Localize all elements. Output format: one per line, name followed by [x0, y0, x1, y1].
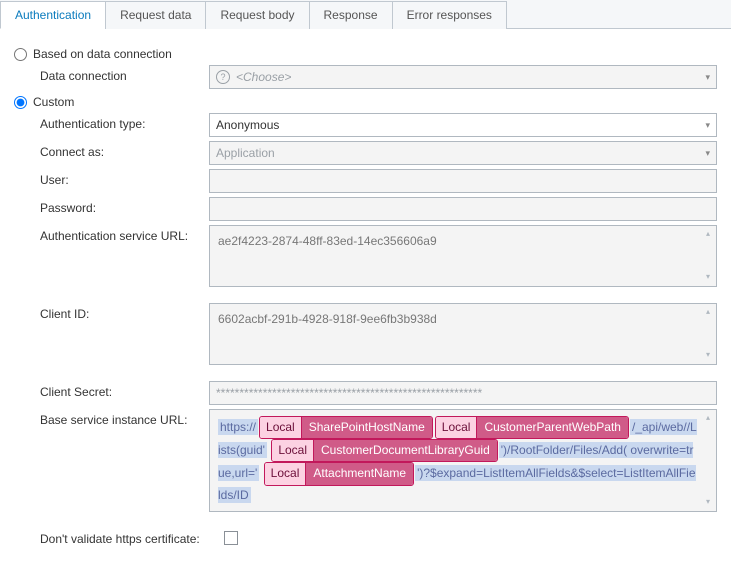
authentication-panel: Based on data connection Data connection… — [0, 29, 731, 570]
spinner-arrows-icon[interactable]: ▴▾ — [702, 306, 714, 362]
select-data-connection: ? <Choose> ▾ — [209, 65, 717, 89]
label-client-secret: Client Secret: — [14, 381, 209, 399]
radio-label-based-on-dc: Based on data connection — [33, 47, 172, 61]
tab-authentication[interactable]: Authentication — [0, 1, 106, 29]
variable-pill[interactable]: LocalSharePointHostName — [259, 416, 433, 439]
radio-label-custom: Custom — [33, 95, 74, 109]
label-auth-type: Authentication type: — [14, 113, 209, 131]
chevron-down-icon: ▾ — [705, 72, 710, 83]
tab-bar: Authentication Request data Request body… — [0, 0, 731, 29]
textarea-base-service-url[interactable]: https://LocalSharePointHostNameLocalCust… — [209, 409, 717, 512]
label-base-url: Base service instance URL: — [14, 409, 209, 427]
tab-error-responses[interactable]: Error responses — [392, 1, 507, 29]
checkbox-dont-validate-https[interactable] — [224, 531, 238, 545]
spinner-arrows-icon[interactable]: ▴▾ — [702, 412, 714, 509]
tab-response[interactable]: Response — [309, 1, 393, 29]
input-password — [209, 197, 717, 221]
radio-custom[interactable] — [14, 96, 27, 109]
label-user: User: — [14, 169, 209, 187]
tab-request-body[interactable]: Request body — [205, 1, 309, 29]
label-connect-as: Connect as: — [14, 141, 209, 159]
variable-pill[interactable]: LocalCustomerDocumentLibraryGuid — [271, 439, 497, 462]
variable-pill[interactable]: LocalCustomerParentWebPath — [435, 416, 629, 439]
help-icon: ? — [216, 70, 230, 84]
input-client-secret — [209, 381, 717, 405]
select-connect-as: Application ▾ — [209, 141, 717, 165]
label-auth-service-url: Authentication service URL: — [14, 225, 209, 243]
label-password: Password: — [14, 197, 209, 215]
textarea-auth-service-url[interactable]: ae2f4223-2874-48ff-83ed-14ec356606a9 ▴▾ — [209, 225, 717, 287]
input-user — [209, 169, 717, 193]
textarea-client-id[interactable]: 6602acbf-291b-4928-918f-9ee6fb3b938d ▴▾ — [209, 303, 717, 365]
chevron-down-icon: ▾ — [705, 148, 710, 159]
label-client-id: Client ID: — [14, 303, 209, 321]
select-auth-type[interactable]: Anonymous ▾ — [209, 113, 717, 137]
label-dont-validate: Don't validate https certificate: — [14, 528, 224, 546]
tab-request-data[interactable]: Request data — [105, 1, 206, 29]
chevron-down-icon: ▾ — [705, 120, 710, 131]
label-data-connection: Data connection — [14, 65, 209, 83]
radio-based-on-data-connection[interactable] — [14, 48, 27, 61]
variable-pill[interactable]: LocalAttachmentName — [264, 462, 414, 485]
spinner-arrows-icon[interactable]: ▴▾ — [702, 228, 714, 284]
